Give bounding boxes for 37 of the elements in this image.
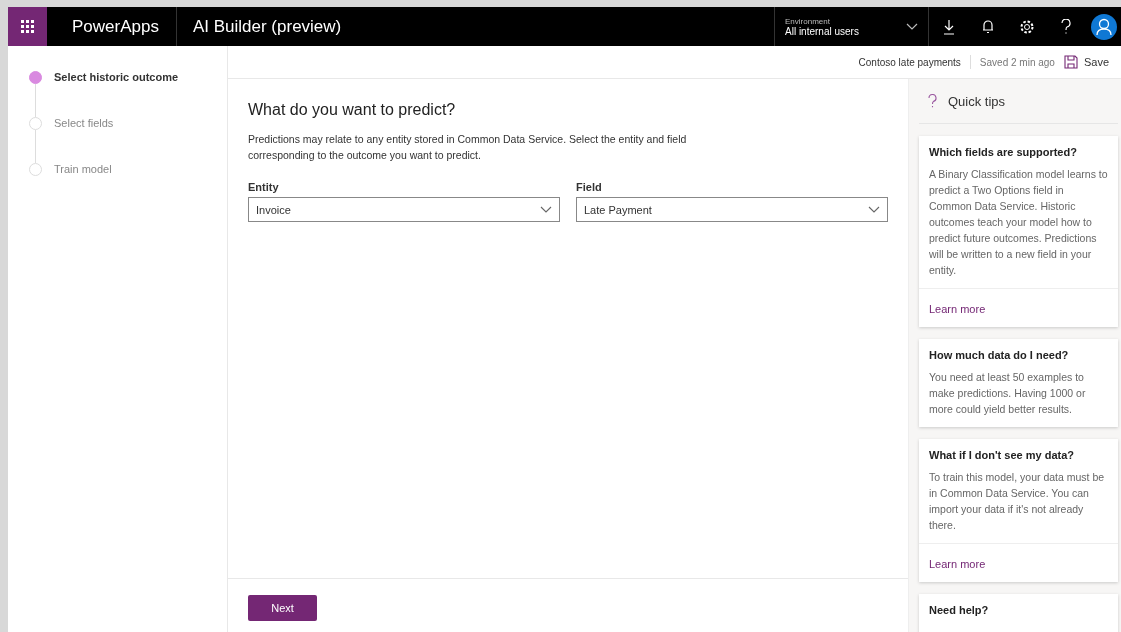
person-icon — [1096, 17, 1112, 36]
step-label[interactable]: Select fields — [54, 117, 114, 163]
dropdown-field[interactable]: Late Payment — [576, 197, 888, 222]
tip-title: What if I don't see my data? — [929, 449, 1076, 461]
step-label[interactable]: Select historic outcome — [54, 71, 179, 117]
settings-icon — [1018, 18, 1035, 35]
download-icon — [941, 18, 956, 35]
panel-title: Quick tips — [948, 93, 1006, 109]
learn-more-link[interactable]: Learn more — [929, 303, 986, 315]
learn-more-link[interactable]: Learn more — [929, 558, 986, 570]
tip-text: You need at least 50 examples to make predictions. Having 1000 or more could yield better results. — [929, 370, 1087, 417]
save-button[interactable]: Save — [1063, 55, 1109, 69]
step-label[interactable]: Train model — [54, 163, 112, 176]
field-label: Entity — [248, 181, 280, 193]
tip-text: A Binary Classification model learns to predict a Two Options field in Common Data Service. Historic outcomes teach your model how to predict future outcomes. Predictions will be written to a new field in your entity. — [929, 167, 1108, 278]
tip-title: Which fields are supported? — [929, 146, 1078, 158]
page-heading: What do you want to predict? — [248, 101, 457, 119]
question-mark-icon — [928, 94, 937, 108]
dropdown-field[interactable]: Invoice — [248, 197, 560, 222]
tip-title: Need help? — [929, 604, 990, 616]
grid-icon — [20, 19, 35, 34]
page-title: AI Builder (preview) — [191, 16, 342, 37]
tip-text: To train this model, your data must be in Common Data Service. You can import your data if it's not already there. — [929, 470, 1106, 533]
help-icon — [1060, 18, 1071, 35]
chevron-down-icon — [540, 205, 552, 214]
chevron-down-icon — [906, 22, 918, 31]
model-name: Contoso late payments — [858, 56, 961, 68]
environment-picker[interactable]: Environment All internal users — [774, 7, 929, 46]
tip-title: How much data do I need? — [929, 349, 1070, 361]
chevron-down-icon — [868, 205, 880, 214]
next-button[interactable]: Next — [248, 595, 317, 621]
bell-icon — [981, 19, 994, 34]
description-text: Predictions may relate to any entity stored in Common Data Service. Select the entity and field corresponding to the outcome you want to predict. — [248, 132, 688, 163]
user-avatar[interactable] — [1091, 13, 1117, 40]
field-label: Field — [576, 181, 603, 193]
app-launcher-button[interactable] — [8, 7, 47, 46]
saved-status: Saved 2 min ago — [979, 56, 1055, 68]
